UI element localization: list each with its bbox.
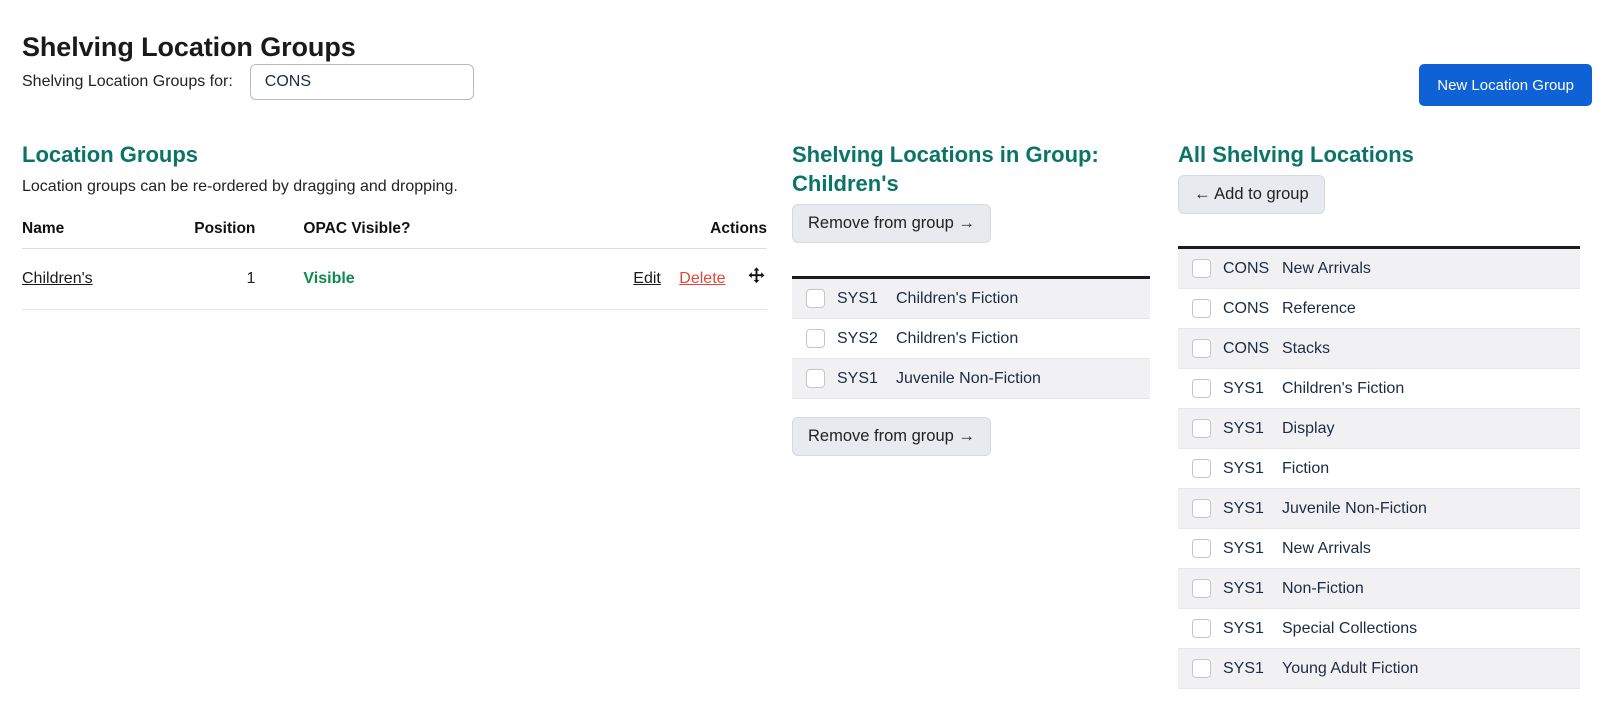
location-name: Stacks bbox=[1282, 339, 1331, 357]
list-item[interactable]: SYS1 Special Collections bbox=[1178, 609, 1580, 649]
checkbox-icon[interactable] bbox=[1192, 339, 1211, 358]
status-badge: Visible bbox=[303, 270, 355, 287]
location-name: Fiction bbox=[1282, 459, 1330, 477]
location-group-selector-row: Shelving Location Groups for: CONS bbox=[22, 64, 474, 100]
column-header-opac-visible: OPAC Visible? bbox=[255, 220, 531, 249]
checkbox-icon[interactable] bbox=[1192, 459, 1211, 478]
location-code: SYS2 bbox=[837, 329, 878, 347]
group-name-link[interactable]: Children's bbox=[22, 270, 93, 287]
location-code: SYS1 bbox=[1223, 619, 1264, 637]
list-item[interactable]: CONS Stacks bbox=[1178, 329, 1580, 369]
checkbox-icon[interactable] bbox=[1192, 579, 1211, 598]
list-item[interactable]: SYS1 Young Adult Fiction bbox=[1178, 649, 1580, 689]
location-groups-description: Location groups can be re-ordered by dra… bbox=[22, 178, 458, 195]
checkbox-icon[interactable] bbox=[806, 369, 825, 388]
group-actions-cell: Edit Delete bbox=[530, 248, 767, 310]
location-name: Children's Fiction bbox=[896, 289, 1019, 307]
list-item[interactable]: SYS1 Display bbox=[1178, 409, 1580, 449]
group-locations-heading: Shelving Locations in Group: Children's bbox=[792, 142, 1099, 196]
all-locations-panel: All Shelving Locations ← Add to group CO… bbox=[1178, 140, 1580, 689]
group-opac-visible-cell: Visible bbox=[255, 248, 531, 310]
checkbox-icon[interactable] bbox=[806, 329, 825, 348]
location-code: CONS bbox=[1223, 339, 1270, 357]
location-code: SYS1 bbox=[837, 369, 878, 387]
location-name: Juvenile Non-Fiction bbox=[1282, 499, 1427, 517]
location-code: SYS1 bbox=[1223, 539, 1264, 557]
checkbox-icon[interactable] bbox=[1192, 659, 1211, 678]
checkbox-icon[interactable] bbox=[1192, 299, 1211, 318]
selector-label: Shelving Location Groups for: bbox=[22, 73, 233, 90]
table-header-row: Name Position OPAC Visible? Actions bbox=[22, 220, 767, 249]
page-title: Shelving Location Groups bbox=[22, 32, 356, 63]
checkbox-icon[interactable] bbox=[1192, 419, 1211, 438]
new-location-group-button[interactable]: New Location Group bbox=[1419, 64, 1592, 106]
column-header-name: Name bbox=[22, 220, 148, 249]
list-item[interactable]: SYS1 Juvenile Non-Fiction bbox=[792, 359, 1150, 399]
list-item[interactable]: SYS1 Non-Fiction bbox=[1178, 569, 1580, 609]
list-item[interactable]: SYS1 Juvenile Non-Fiction bbox=[1178, 489, 1580, 529]
remove-from-group-button-bottom[interactable]: Remove from group → bbox=[792, 417, 991, 456]
group-position-cell: 1 bbox=[147, 248, 256, 310]
column-header-actions: Actions bbox=[530, 220, 767, 249]
location-code: SYS1 bbox=[1223, 419, 1264, 437]
location-name: New Arrivals bbox=[1282, 259, 1371, 277]
list-item[interactable]: SYS1 Children's Fiction bbox=[1178, 369, 1580, 409]
location-name: Non-Fiction bbox=[1282, 579, 1364, 597]
list-item[interactable]: SYS1 Fiction bbox=[1178, 449, 1580, 489]
checkbox-icon[interactable] bbox=[1192, 619, 1211, 638]
location-name: New Arrivals bbox=[1282, 539, 1371, 557]
location-name: Young Adult Fiction bbox=[1282, 659, 1419, 677]
remove-from-group-button-top[interactable]: Remove from group → bbox=[792, 204, 991, 243]
location-code: SYS1 bbox=[837, 289, 878, 307]
location-code: SYS1 bbox=[1223, 659, 1264, 677]
drag-move-icon[interactable] bbox=[746, 266, 767, 292]
table-row: Children's 1 Visible Edit Delete bbox=[22, 248, 767, 310]
shelving-location-groups-page: Shelving Location Groups Shelving Locati… bbox=[0, 0, 1614, 720]
group-name-cell: Children's bbox=[22, 248, 148, 310]
checkbox-icon[interactable] bbox=[1192, 499, 1211, 518]
checkbox-icon[interactable] bbox=[1192, 539, 1211, 558]
group-locations-list: SYS1 Children's Fiction SYS2 Children's … bbox=[792, 276, 1150, 399]
add-to-group-button[interactable]: ← Add to group bbox=[1178, 175, 1325, 214]
checkbox-icon[interactable] bbox=[1192, 379, 1211, 398]
location-code: SYS1 bbox=[1223, 499, 1264, 517]
list-item[interactable]: CONS New Arrivals bbox=[1178, 249, 1580, 289]
location-groups-heading: Location Groups bbox=[22, 142, 198, 167]
location-code: SYS1 bbox=[1223, 379, 1264, 397]
location-name: Children's Fiction bbox=[1282, 379, 1405, 397]
location-name: Juvenile Non-Fiction bbox=[896, 369, 1041, 387]
location-name: Children's Fiction bbox=[896, 329, 1019, 347]
list-item[interactable]: SYS1 Children's Fiction bbox=[792, 279, 1150, 319]
location-groups-table: Name Position OPAC Visible? Actions Chil… bbox=[22, 220, 767, 310]
edit-link[interactable]: Edit bbox=[633, 270, 661, 287]
list-item[interactable]: SYS1 New Arrivals bbox=[1178, 529, 1580, 569]
location-code: CONS bbox=[1223, 259, 1270, 277]
location-code: SYS1 bbox=[1223, 579, 1264, 597]
list-item[interactable]: CONS Reference bbox=[1178, 289, 1580, 329]
all-locations-list: CONS New Arrivals CONS Reference CONS St… bbox=[1178, 246, 1580, 689]
location-code: CONS bbox=[1223, 299, 1270, 317]
column-header-position: Position bbox=[147, 220, 256, 249]
location-code: SYS1 bbox=[1223, 459, 1264, 477]
location-groups-panel: Location Groups Location groups can be r… bbox=[22, 140, 767, 310]
group-locations-panel: Shelving Locations in Group: Children's … bbox=[792, 140, 1150, 456]
list-item[interactable]: SYS2 Children's Fiction bbox=[792, 319, 1150, 359]
library-select[interactable]: CONS bbox=[249, 64, 474, 100]
location-name: Display bbox=[1282, 419, 1335, 437]
location-name: Reference bbox=[1282, 299, 1356, 317]
all-locations-heading: All Shelving Locations bbox=[1178, 142, 1414, 167]
checkbox-icon[interactable] bbox=[806, 289, 825, 308]
checkbox-icon[interactable] bbox=[1192, 259, 1211, 278]
location-name: Special Collections bbox=[1282, 619, 1418, 637]
delete-link[interactable]: Delete bbox=[679, 270, 725, 287]
